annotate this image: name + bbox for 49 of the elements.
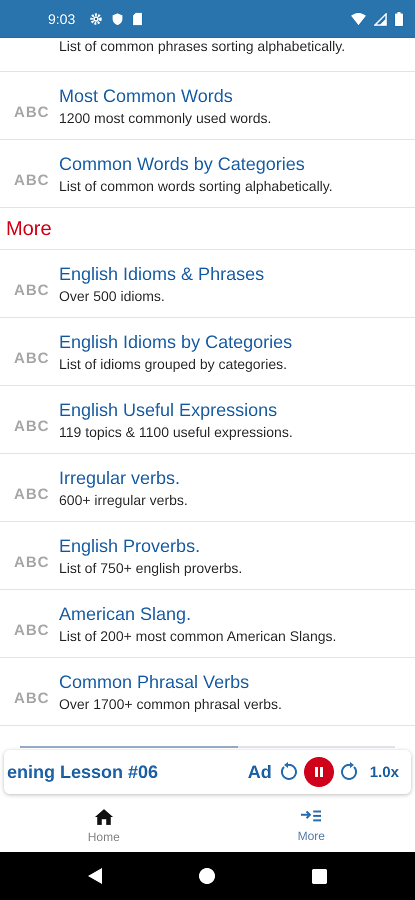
abc-label: ABC [13, 418, 50, 435]
recents-icon[interactable] [312, 868, 327, 884]
item-description: List of 750+ english proverbs. [59, 560, 242, 576]
item-title[interactable]: Common Words by Categories [59, 154, 333, 174]
section-heading: More [5, 217, 53, 242]
item-title[interactable]: English Useful Expressions [59, 400, 293, 420]
item-description: List of idioms grouped by categories. [59, 356, 288, 372]
item-title[interactable]: Common Phrasal Verbs [59, 672, 282, 692]
item-title[interactable]: English Idioms by Categories [59, 332, 292, 352]
home-button-icon[interactable] [198, 868, 215, 884]
status-time: 9:03 [48, 11, 76, 27]
item-description: List of 200+ most common American Slangs. [59, 628, 336, 644]
item-description: List of common phrases sorting alphabetically. [59, 38, 346, 54]
signal-icon [374, 12, 387, 26]
abc-label: ABC [13, 622, 50, 639]
item-description: 1200 most commonly used words. [59, 110, 272, 126]
pause-icon [312, 766, 325, 778]
item-title[interactable]: English Idioms & Phrases [59, 264, 264, 284]
track-title: ening Lesson #06 [6, 762, 160, 782]
nav-tab[interactable]: Home [0, 800, 208, 852]
abc-label: ABC [13, 282, 50, 299]
forward-icon[interactable] [340, 762, 360, 782]
abc-label: ABC [13, 350, 50, 367]
item-description: List of common words sorting alphabetically. [59, 178, 333, 194]
gear-icon [89, 12, 104, 26]
pause-button[interactable] [304, 757, 334, 787]
item-title[interactable]: American Slang. [59, 604, 336, 624]
abc-label: ABC [13, 486, 50, 503]
item-description: Over 500 idioms. [59, 288, 166, 304]
item-description: 600+ irregular verbs. [59, 492, 188, 508]
item-title[interactable]: English Proverbs. [59, 536, 242, 556]
item-title[interactable]: Most Common Words [59, 86, 272, 106]
home-icon [94, 808, 113, 824]
abc-label: ABC [13, 172, 50, 189]
abc-label: ABC [13, 104, 50, 121]
back-icon[interactable] [88, 868, 102, 884]
item-description: Over 1700+ common phrasal verbs. [59, 696, 282, 712]
wifi-icon [351, 12, 366, 26]
list-arrow-icon [301, 810, 322, 824]
shield-icon [111, 12, 124, 26]
speed-button[interactable]: 1.0x [366, 764, 399, 780]
next-track-title: Ad [248, 762, 272, 782]
battery-icon [395, 12, 403, 26]
sd-card-icon [132, 12, 144, 26]
nav-tab[interactable]: More [208, 800, 415, 852]
abc-label: ABC [13, 554, 50, 571]
abc-label: ABC [13, 690, 50, 707]
item-description: 119 topics & 1100 useful expressions. [59, 424, 293, 440]
item-title[interactable]: Irregular verbs. [59, 468, 188, 488]
